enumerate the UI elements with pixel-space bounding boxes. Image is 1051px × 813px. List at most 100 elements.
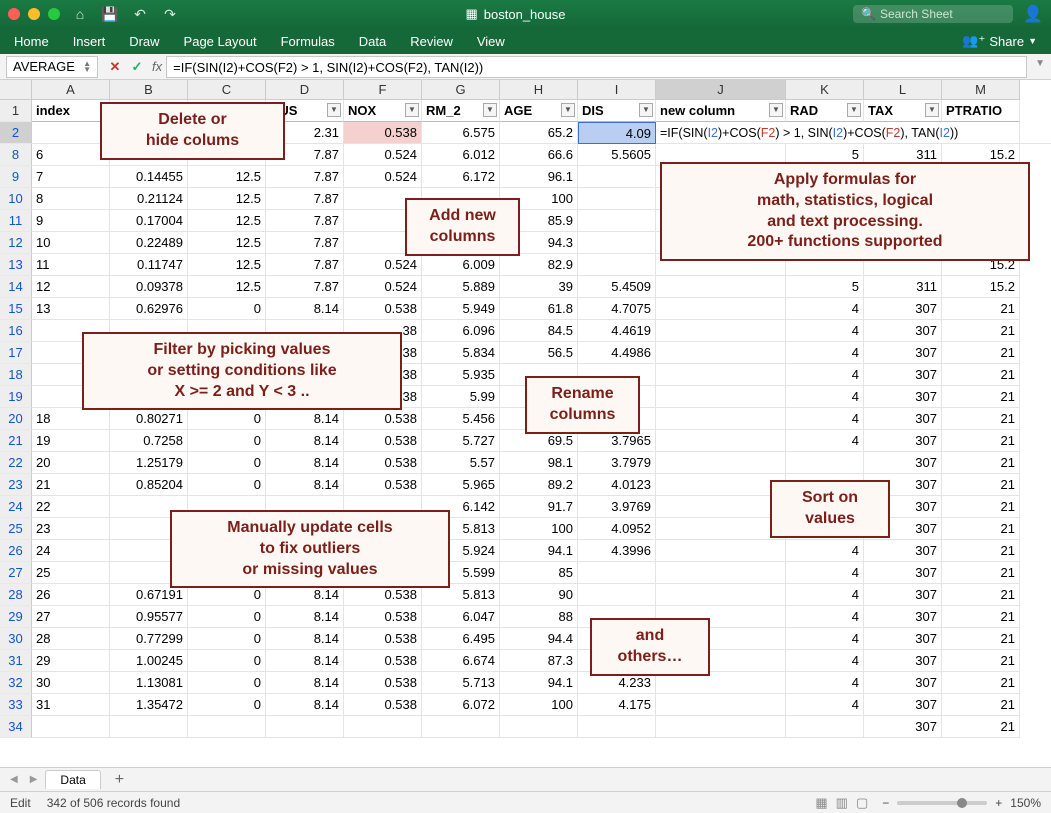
cell[interactable]: 12: [32, 276, 110, 298]
cell[interactable]: 0: [188, 606, 266, 628]
cell[interactable]: 8.14: [266, 650, 344, 672]
row-header-21[interactable]: 21: [0, 430, 32, 452]
cell[interactable]: 7.87: [266, 232, 344, 254]
cell[interactable]: 0: [188, 408, 266, 430]
cell[interactable]: 0.538: [344, 672, 422, 694]
cell[interactable]: 21: [942, 320, 1020, 342]
row-header-22[interactable]: 22: [0, 452, 32, 474]
cell[interactable]: 21: [942, 452, 1020, 474]
cell[interactable]: 65.2: [500, 122, 578, 144]
cell[interactable]: 4: [786, 606, 864, 628]
cell[interactable]: 307: [864, 386, 942, 408]
cell[interactable]: 5: [786, 276, 864, 298]
filter-icon[interactable]: ▼: [769, 103, 783, 117]
col-header-M[interactable]: M: [942, 80, 1020, 100]
expand-formula-icon[interactable]: ▼: [1035, 58, 1045, 69]
cell[interactable]: 7: [32, 166, 110, 188]
cell[interactable]: 6.172: [422, 166, 500, 188]
header-cell[interactable]: NOX▼: [344, 100, 422, 122]
cell[interactable]: 307: [864, 628, 942, 650]
cell[interactable]: 85: [500, 562, 578, 584]
cell[interactable]: 0.85204: [110, 474, 188, 496]
cell[interactable]: 8.14: [266, 474, 344, 496]
cell[interactable]: 12.5: [188, 188, 266, 210]
view-pagelayout-icon[interactable]: ▥: [836, 795, 848, 811]
row-header-17[interactable]: 17: [0, 342, 32, 364]
header-cell[interactable]: AGE▼: [500, 100, 578, 122]
cell[interactable]: [656, 474, 786, 496]
filter-icon[interactable]: ▼: [561, 103, 575, 117]
cell[interactable]: [656, 716, 786, 738]
cell[interactable]: [110, 716, 188, 738]
cell[interactable]: 4: [786, 628, 864, 650]
filter-icon[interactable]: ▼: [483, 103, 497, 117]
cell[interactable]: 21: [942, 628, 1020, 650]
cell[interactable]: 8.14: [266, 694, 344, 716]
cell[interactable]: 21: [942, 650, 1020, 672]
row-header-18[interactable]: 18: [0, 364, 32, 386]
cell[interactable]: 0.95577: [110, 606, 188, 628]
cell[interactable]: 87.3: [500, 650, 578, 672]
cell[interactable]: 0.538: [344, 606, 422, 628]
cell[interactable]: 4: [786, 672, 864, 694]
cell[interactable]: [578, 210, 656, 232]
cell[interactable]: 7.87: [266, 210, 344, 232]
col-header-C[interactable]: C: [188, 80, 266, 100]
cell[interactable]: 5.5605: [578, 144, 656, 166]
cell[interactable]: 307: [864, 716, 942, 738]
cell[interactable]: 18: [32, 408, 110, 430]
col-header-H[interactable]: H: [500, 80, 578, 100]
zoom-in-icon[interactable]: +: [995, 796, 1002, 810]
cell[interactable]: 4: [786, 342, 864, 364]
col-header-K[interactable]: K: [786, 80, 864, 100]
home-icon[interactable]: ⌂: [72, 6, 88, 22]
tab-data[interactable]: Data: [359, 34, 386, 49]
cancel-button[interactable]: ✕: [104, 59, 126, 75]
cell[interactable]: 21: [942, 298, 1020, 320]
cell[interactable]: 21: [942, 540, 1020, 562]
cell[interactable]: [500, 716, 578, 738]
cell[interactable]: 94.1: [500, 672, 578, 694]
cell[interactable]: 307: [864, 452, 942, 474]
cell[interactable]: 31: [32, 694, 110, 716]
cell[interactable]: 21: [942, 342, 1020, 364]
cell[interactable]: 7.87: [266, 254, 344, 276]
cell[interactable]: 4: [786, 364, 864, 386]
cell[interactable]: 29: [32, 650, 110, 672]
filter-icon[interactable]: ▼: [925, 103, 939, 117]
cell[interactable]: 5.965: [422, 474, 500, 496]
cell[interactable]: 21: [32, 474, 110, 496]
cell[interactable]: 0: [188, 672, 266, 694]
sheet-tab-data[interactable]: Data: [45, 770, 100, 789]
cell[interactable]: 6.047: [422, 606, 500, 628]
cell[interactable]: 0.77299: [110, 628, 188, 650]
cell[interactable]: 23: [32, 518, 110, 540]
cell[interactable]: 6.012: [422, 144, 500, 166]
cell[interactable]: 4: [786, 584, 864, 606]
zoom-out-icon[interactable]: −: [882, 796, 889, 810]
cell[interactable]: [656, 408, 786, 430]
cell[interactable]: 4.09: [578, 122, 656, 144]
cell[interactable]: [578, 188, 656, 210]
cell[interactable]: 1.25179: [110, 452, 188, 474]
row-header-23[interactable]: 23: [0, 474, 32, 496]
cell[interactable]: [656, 496, 786, 518]
tab-nav-prev[interactable]: ◀: [6, 774, 22, 785]
col-header-G[interactable]: G: [422, 80, 500, 100]
cell[interactable]: 5.99: [422, 386, 500, 408]
cell[interactable]: 0.538: [344, 694, 422, 716]
tab-home[interactable]: Home: [14, 34, 49, 49]
cell[interactable]: [578, 716, 656, 738]
filter-icon[interactable]: ▼: [639, 103, 653, 117]
header-cell[interactable]: RAD▼: [786, 100, 864, 122]
col-header-A[interactable]: A: [32, 80, 110, 100]
view-pagebreak-icon[interactable]: ▢: [856, 795, 868, 811]
cell[interactable]: 30: [32, 672, 110, 694]
cell[interactable]: 0.538: [344, 628, 422, 650]
cell[interactable]: 0.11747: [110, 254, 188, 276]
cell[interactable]: 0.62976: [110, 298, 188, 320]
cell[interactable]: 0.7258: [110, 430, 188, 452]
row-header-14[interactable]: 14: [0, 276, 32, 298]
row-header-33[interactable]: 33: [0, 694, 32, 716]
cell[interactable]: 307: [864, 364, 942, 386]
